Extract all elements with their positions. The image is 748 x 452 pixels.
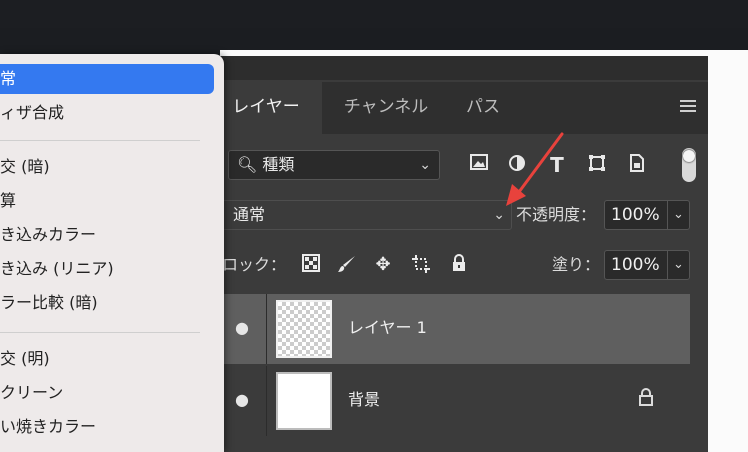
chevron-down-icon[interactable]: ⌄ [667,201,689,229]
lock-image-pixels-brush-icon[interactable] [336,254,358,276]
layer-thumbnail-transparent [276,300,332,358]
filter-adjustment-icon[interactable] [506,154,528,176]
lock-all-icon[interactable] [448,254,470,276]
opacity-label: 不透明度： [516,205,597,224]
lock-position-move-icon[interactable]: ✥ [372,254,394,276]
blend-mode-value: 通常 [233,205,266,224]
blend-option-darker-color[interactable]: ラー比較 (暗) [0,288,214,318]
panel-tabs: レイヤー チャンネル パス [210,82,708,134]
blend-option-lighten[interactable]: 交 (明) [0,344,214,374]
tab-channels[interactable]: チャンネル [322,82,450,134]
blend-option-darken[interactable]: 交 (暗) [0,152,214,182]
layers-panel: レイヤー チャンネル パス 🔍︎ 種類 ⌄ T 通常 ⌄ 不透明度： 100% … [210,56,708,452]
tab-paths[interactable]: パス [450,82,516,134]
filter-smart-object-icon[interactable] [626,154,648,176]
blend-option-color-dodge[interactable]: い焼きカラー [0,412,214,442]
fill-value: 100% [611,255,660,275]
lock-icon [638,388,654,410]
layer-row-background[interactable]: ● 背景 [220,366,690,436]
blend-option-linear-burn[interactable]: き込み (リニア) [0,254,214,284]
panel-header-strip [210,56,708,80]
fill-label: 塗り： [552,255,601,274]
filter-image-icon[interactable] [468,154,490,176]
layer-thumbnail-white [276,372,332,430]
layer-filter-select[interactable]: 🔍︎ 種類 ⌄ [228,150,440,180]
layer-name[interactable]: レイヤー 1 [348,314,427,342]
blend-mode-dropdown-list: 常 ィザ合成 交 (暗) 算 き込みカラー き込み (リニア) ラー比較 (暗)… [0,54,224,452]
tab-layers[interactable]: レイヤー [210,82,322,134]
row-divider [266,294,267,364]
chevron-down-icon: ⌄ [493,207,505,223]
blend-option-dissolve[interactable]: ィザ合成 [0,98,214,128]
panel-menu-icon[interactable] [680,100,696,114]
lock-label: ロック： [222,255,287,274]
blend-mode-select[interactable]: 通常 ⌄ [222,200,512,230]
top-bar [0,0,748,28]
filter-type-icon[interactable]: T [546,154,568,176]
filter-label: 種類 [262,155,295,174]
opacity-field[interactable]: 100% ⌄ [604,200,690,230]
menu-divider [0,332,200,333]
layer-name[interactable]: 背景 [348,386,380,414]
lock-transparent-pixels-icon[interactable] [300,254,322,276]
filter-shape-icon[interactable] [586,154,608,176]
menu-divider [0,140,200,141]
blend-option-color-burn[interactable]: き込みカラー [0,220,214,250]
filter-toggle[interactable] [682,148,696,182]
opacity-value: 100% [611,205,660,225]
blend-option-screen[interactable]: クリーン [0,378,214,408]
chevron-down-icon[interactable]: ⌄ [667,251,689,279]
blend-option-multiply[interactable]: 算 [0,186,214,216]
eye-icon[interactable]: ● [232,318,252,338]
search-icon: 🔍︎ [237,155,258,174]
fill-field[interactable]: 100% ⌄ [604,250,690,280]
row-divider [266,366,267,436]
lock-artboard-icon[interactable] [410,254,432,276]
chevron-down-icon: ⌄ [419,157,431,173]
eye-icon[interactable]: ● [232,390,252,410]
blend-option-normal[interactable]: 常 [0,64,214,94]
layer-row-layer-1[interactable]: ● レイヤー 1 [220,294,690,364]
